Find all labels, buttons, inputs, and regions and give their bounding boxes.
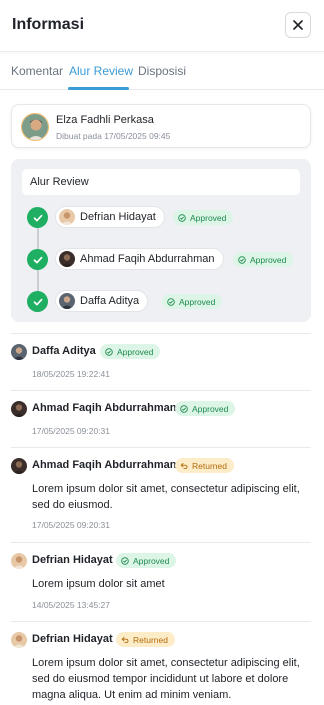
check-circle-icon xyxy=(167,297,175,306)
active-tab-indicator xyxy=(68,87,129,90)
status-badge: Approved xyxy=(173,210,234,225)
step-complete-marker xyxy=(27,249,48,270)
undo-arrow-icon xyxy=(121,636,129,643)
dialog-title: Informasi xyxy=(12,16,85,33)
reviewer-name: Daffa Aditya xyxy=(80,295,140,307)
tab-komentar[interactable]: Komentar xyxy=(11,64,63,78)
check-icon xyxy=(33,256,42,263)
status-label: Approved xyxy=(117,346,154,357)
divider xyxy=(11,542,311,543)
history-author: Ahmad Faqih Abdurrahman xyxy=(32,402,177,414)
tab-bar: Komentar Alur Review Disposisi xyxy=(0,52,324,90)
status-label: Approved xyxy=(190,212,227,223)
history-note: Lorem ipsum dolor sit amet, consectetur … xyxy=(32,657,300,701)
status-label: Approved xyxy=(133,555,170,566)
status-badge: Approved xyxy=(116,553,177,568)
avatar xyxy=(59,251,75,267)
status-badge: Returned xyxy=(116,632,175,647)
status-label: Returned xyxy=(192,460,227,471)
tab-alur-review[interactable]: Alur Review xyxy=(69,64,133,78)
status-badge: Approved xyxy=(233,252,294,267)
review-flow-title: Alur Review xyxy=(30,176,89,188)
avatar xyxy=(11,553,27,569)
status-label: Approved xyxy=(192,403,229,414)
avatar xyxy=(11,344,27,360)
status-badge: Approved xyxy=(100,344,161,359)
avatar xyxy=(59,293,75,309)
creator-card: Elza Fadhli Perkasa Dibuat pada 17/05/20… xyxy=(11,104,311,148)
check-circle-icon xyxy=(105,347,113,356)
history-author: Defrian Hidayat xyxy=(32,554,113,566)
history-author: Ahmad Faqih Abdurrahman xyxy=(32,459,177,471)
divider xyxy=(11,447,311,448)
divider xyxy=(11,333,311,334)
step-connector xyxy=(37,228,39,249)
check-circle-icon xyxy=(178,213,186,222)
avatar xyxy=(11,632,27,648)
dialog-header: Informasi xyxy=(0,0,324,52)
history-timestamp: 14/05/2025 13:45:27 xyxy=(32,600,110,610)
status-label: Approved xyxy=(250,254,287,265)
creator-name: Elza Fadhli Perkasa xyxy=(56,114,154,126)
history-item: Defrian Hidayat Approved Lorem ipsum dol… xyxy=(11,553,311,613)
avatar xyxy=(21,113,49,141)
review-step-chip: Daffa Aditya xyxy=(55,290,149,312)
history-item: Ahmad Faqih Abdurrahman Approved 17/05/2… xyxy=(11,401,311,441)
history-item: Ahmad Faqih Abdurrahman Returned Lorem i… xyxy=(11,458,311,538)
divider xyxy=(11,390,311,391)
status-badge: Returned xyxy=(175,458,234,473)
history-author: Daffa Aditya xyxy=(32,345,96,357)
divider xyxy=(11,621,311,622)
review-step-chip: Ahmad Faqih Abdurrahman xyxy=(55,248,224,270)
review-flow-header: Alur Review xyxy=(22,169,300,195)
check-icon xyxy=(33,214,42,221)
reviewer-name: Defrian Hidayat xyxy=(80,211,156,223)
step-complete-marker xyxy=(27,207,48,228)
review-flow-panel: Alur Review Defrian Hidayat Approved Ahm… xyxy=(11,159,311,322)
reviewer-name: Ahmad Faqih Abdurrahman xyxy=(80,253,215,265)
close-icon xyxy=(293,20,303,30)
tab-disposisi[interactable]: Disposisi xyxy=(138,64,186,78)
history-timestamp: 17/05/2025 09:20:31 xyxy=(32,520,110,530)
avatar xyxy=(11,458,27,474)
close-button[interactable] xyxy=(285,12,311,38)
status-badge: Approved xyxy=(162,294,223,309)
check-circle-icon xyxy=(121,556,129,565)
history-note: Lorem ipsum dolor sit amet xyxy=(32,578,165,590)
step-complete-marker xyxy=(27,291,48,312)
creator-created-date: Dibuat pada 17/05/2025 09:45 xyxy=(56,131,171,141)
avatar xyxy=(11,401,27,417)
review-step-chip: Defrian Hidayat xyxy=(55,206,165,228)
status-badge: Approved xyxy=(175,401,236,416)
history-timestamp: 18/05/2025 19:22:41 xyxy=(32,369,110,379)
step-connector xyxy=(37,270,39,291)
undo-arrow-icon xyxy=(180,462,188,469)
history-item: Defrian Hidayat Returned Lorem ipsum dol… xyxy=(11,632,311,705)
check-circle-icon xyxy=(238,255,246,264)
status-label: Returned xyxy=(133,634,168,645)
status-label: Approved xyxy=(179,296,216,307)
avatar xyxy=(59,209,75,225)
history-note: Lorem ipsum dolor sit amet, consectetur … xyxy=(32,483,300,511)
history-author: Defrian Hidayat xyxy=(32,633,113,645)
check-circle-icon xyxy=(180,404,188,413)
history-timestamp: 17/05/2025 09:20:31 xyxy=(32,426,110,436)
history-item: Daffa Aditya Approved 18/05/2025 19:22:4… xyxy=(11,344,311,384)
check-icon xyxy=(33,298,42,305)
